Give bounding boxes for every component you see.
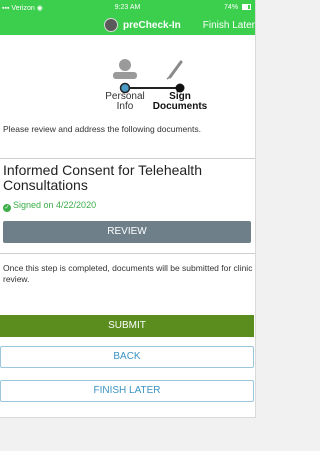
person-icon <box>113 59 137 79</box>
submission-note: Once this step is completed, documents w… <box>3 263 253 284</box>
signed-status: ✓ Signed on 4/22/2020 <box>3 200 96 212</box>
check-circle-icon: ✓ <box>3 204 11 212</box>
pen-icon <box>166 60 183 80</box>
instruction-text: Please review and address the following … <box>3 124 201 134</box>
review-button[interactable]: REVIEW <box>3 221 251 243</box>
avatar <box>104 18 118 32</box>
phone-screen: ▪▪▪ Verizon ◉ 9:23 AM 74% preCheck-In Fi… <box>0 0 256 418</box>
finish-later-link[interactable]: Finish Later <box>203 20 255 31</box>
submit-button[interactable]: SUBMIT <box>0 315 254 337</box>
step-label-line: Documents <box>152 101 208 112</box>
step-sign-documents-label: Sign Documents <box>150 92 210 112</box>
signed-date-text: Signed on 4/22/2020 <box>13 200 97 210</box>
step-personal-info-label: Personal Info <box>95 92 155 112</box>
clock: 9:23 AM <box>114 4 141 11</box>
back-button[interactable]: BACK <box>0 346 254 368</box>
finish-later-button[interactable]: FINISH LATER <box>0 380 254 402</box>
document-title: Informed Consent for Telehealth Consulta… <box>3 162 202 193</box>
progress-stepper <box>0 35 255 97</box>
battery-icon <box>242 4 251 10</box>
document-card: Informed Consent for Telehealth Consulta… <box>0 158 255 254</box>
page-title: preCheck-In <box>123 20 181 31</box>
stepper-graphic <box>113 59 185 94</box>
status-bar: ▪▪▪ Verizon ◉ 9:23 AM 74% <box>0 0 255 17</box>
battery-status: 74% <box>224 4 251 11</box>
step-label-line: Info <box>116 101 134 112</box>
nav-bar: preCheck-In Finish Later <box>0 17 255 35</box>
battery-percent: 74% <box>224 4 239 11</box>
